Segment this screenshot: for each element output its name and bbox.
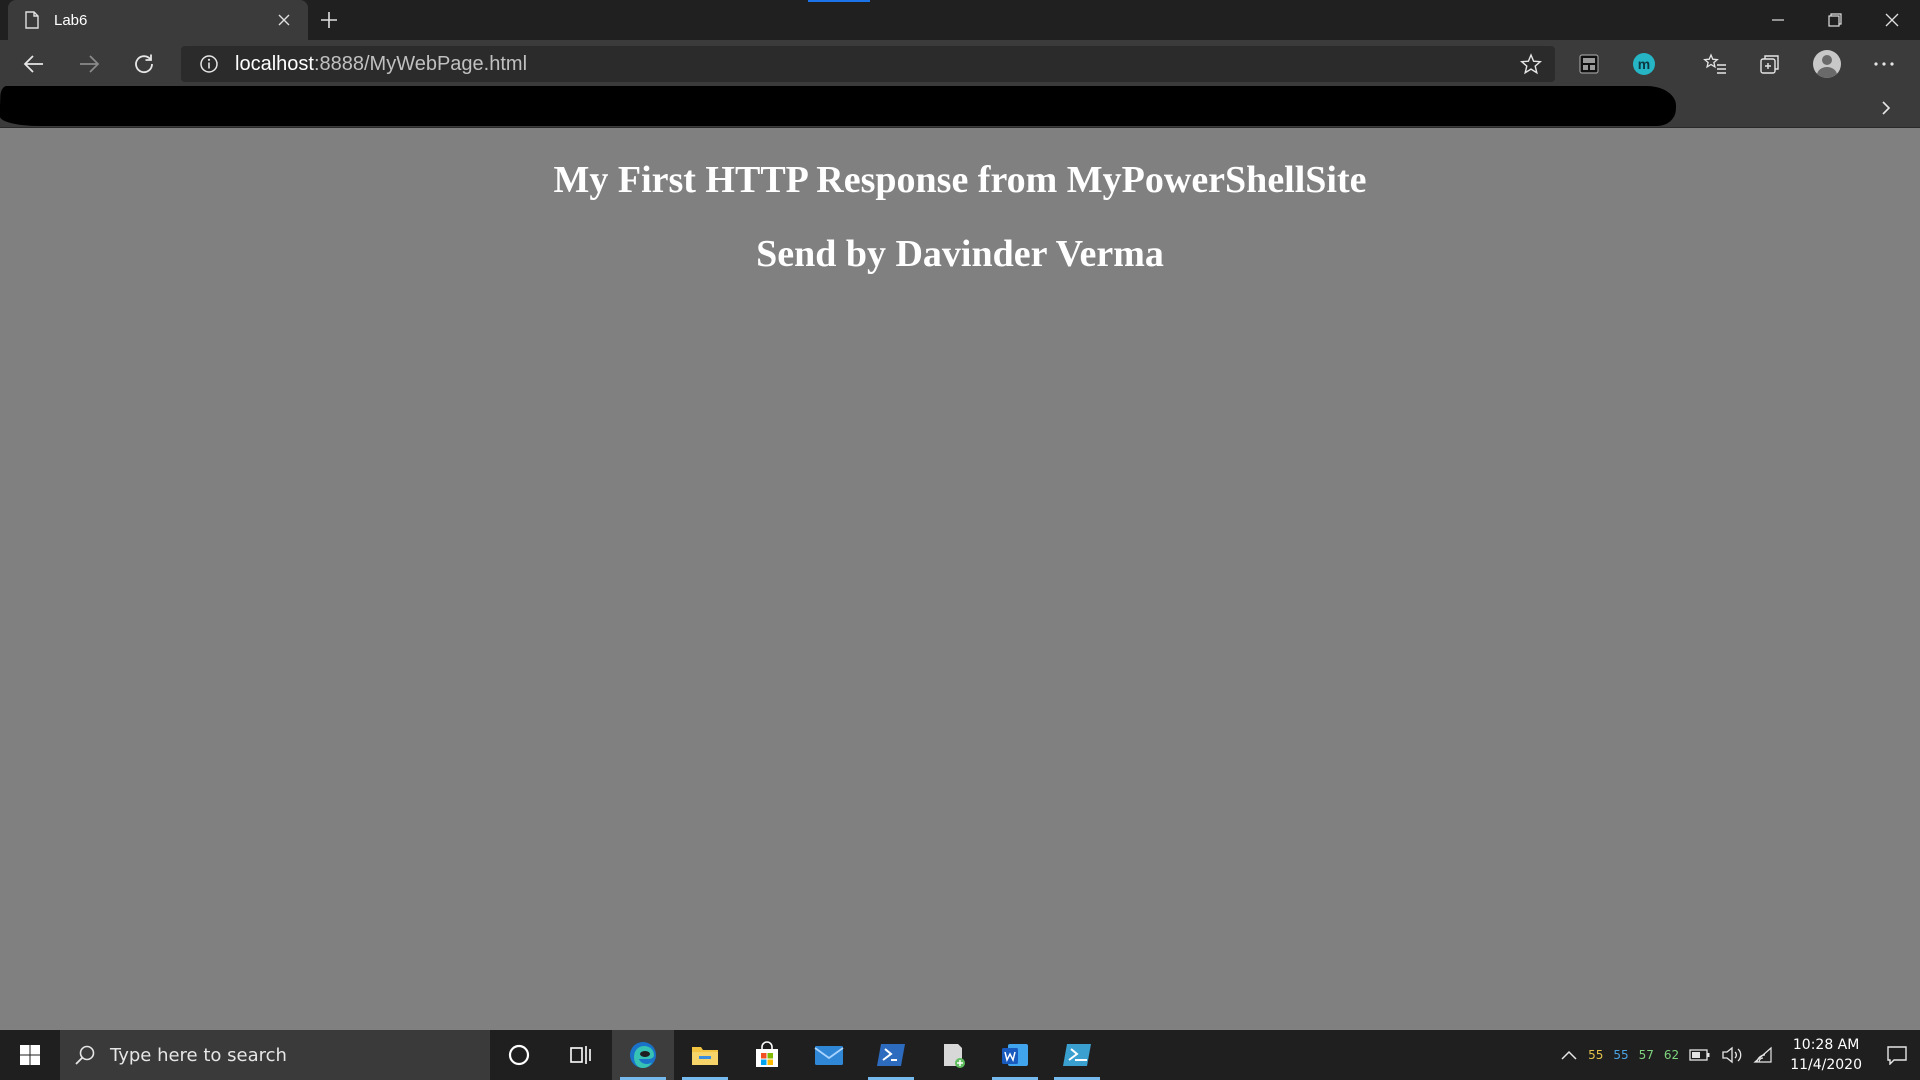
volume-icon[interactable] (1716, 1030, 1748, 1080)
window-focus-indicator (808, 0, 870, 2)
chevron-up-icon[interactable] (1555, 1030, 1583, 1080)
url-text[interactable]: localhost:8888/MyWebPage.html (235, 53, 527, 76)
profile-avatar (1813, 50, 1841, 78)
store-icon[interactable] (736, 1030, 798, 1080)
system-tray: 55 55 57 62 10:28 AM 11/4/2020 (1555, 1030, 1920, 1080)
refresh-icon[interactable] (128, 48, 160, 80)
wifi-icon[interactable] (1748, 1030, 1778, 1080)
restore-icon[interactable] (1806, 0, 1863, 40)
notification-icon[interactable] (1874, 1030, 1920, 1080)
url-path: :8888/MyWebPage.html (313, 52, 528, 75)
temp-value: 57 (1638, 1048, 1654, 1062)
avatar[interactable] (1811, 48, 1843, 80)
powershell-ise-icon[interactable] (1046, 1030, 1108, 1080)
browser-title-bar: Lab6 (0, 0, 1920, 40)
search-placeholder: Type here to search (110, 1044, 287, 1066)
page-heading: My First HTTP Response from MyPowerShell… (553, 159, 1367, 201)
minimize-icon[interactable] (1749, 0, 1806, 40)
temp-value: 55 (1613, 1048, 1629, 1062)
word-icon[interactable] (984, 1030, 1046, 1080)
plus-icon[interactable] (316, 7, 342, 33)
page-icon (22, 10, 42, 30)
forward-arrow-icon[interactable] (73, 48, 105, 80)
favorites-list-icon[interactable] (1699, 48, 1731, 80)
temp-readout-2[interactable]: 55 (1608, 1030, 1633, 1080)
file-explorer-icon[interactable] (674, 1030, 736, 1080)
close-window-icon[interactable] (1863, 0, 1920, 40)
m-extension-icon[interactable]: m (1628, 48, 1660, 80)
window-controls (1749, 0, 1920, 40)
ellipsis-icon[interactable] (1868, 48, 1900, 80)
page-subheading: Send by Davinder Verma (756, 232, 1164, 275)
tab-title: Lab6 (54, 11, 88, 29)
taskbar-search-box[interactable]: Type here to search (60, 1030, 490, 1080)
navigation-bar: localhost:8888/MyWebPage.html m (0, 40, 1920, 88)
temp-readout-3[interactable]: 57 (1634, 1030, 1659, 1080)
chevron-right-icon[interactable] (1874, 96, 1898, 120)
task-view-icon[interactable] (550, 1030, 612, 1080)
taskbar-clock[interactable]: 10:28 AM 11/4/2020 (1778, 1035, 1874, 1075)
temp-readout-4[interactable]: 62 (1659, 1030, 1684, 1080)
taskbar: Type here to search 55 55 57 62 10:28 AM… (0, 1030, 1920, 1080)
web-page-content: My First HTTP Response from MyPowerShell… (0, 128, 1920, 1030)
close-icon[interactable] (272, 8, 296, 32)
clock-date: 11/4/2020 (1790, 1057, 1862, 1073)
url-host: localhost (235, 52, 314, 75)
battery-icon[interactable] (1684, 1030, 1716, 1080)
powershell-icon[interactable] (860, 1030, 922, 1080)
back-arrow-icon[interactable] (18, 48, 50, 80)
temp-value: 62 (1663, 1048, 1680, 1062)
temp-value: 55 (1588, 1048, 1604, 1062)
temp-readout-1[interactable]: 55 (1583, 1030, 1608, 1080)
collections-icon[interactable] (1754, 48, 1786, 80)
app-icon[interactable] (922, 1030, 984, 1080)
cortana-icon[interactable] (488, 1030, 550, 1080)
tab-lab6[interactable]: Lab6 (8, 0, 308, 40)
redaction-mark (0, 86, 1677, 126)
mail-icon[interactable] (798, 1030, 860, 1080)
windows-start-icon[interactable] (0, 1030, 60, 1080)
star-icon[interactable] (1519, 52, 1543, 76)
clock-time: 10:28 AM (1792, 1037, 1860, 1053)
search-icon (60, 1030, 110, 1080)
info-icon[interactable] (191, 46, 227, 82)
edge-icon[interactable] (612, 1030, 674, 1080)
address-bar[interactable]: localhost:8888/MyWebPage.html (181, 46, 1555, 82)
bookmark-extension-icon[interactable] (1573, 48, 1605, 80)
